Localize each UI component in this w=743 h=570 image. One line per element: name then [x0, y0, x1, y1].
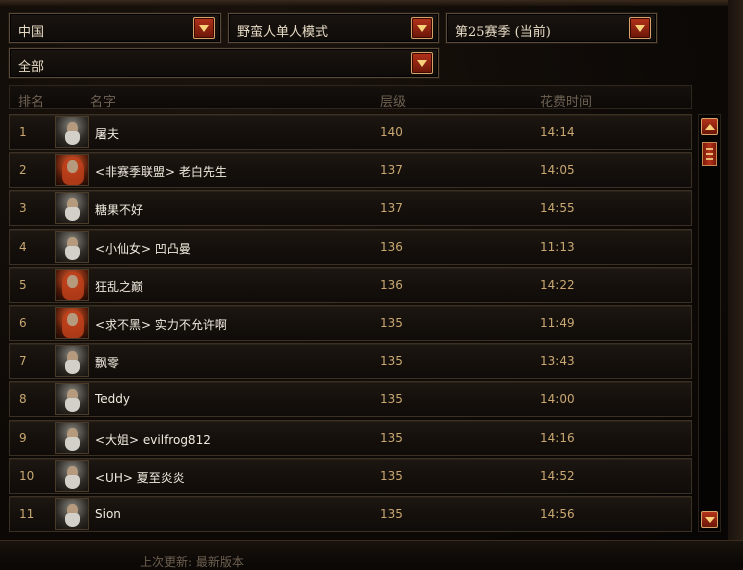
male-barbarian-portrait [55, 497, 89, 530]
chevron-down-icon[interactable] [411, 52, 433, 74]
player-name-cell: Teddy [95, 392, 131, 407]
rank-cell: 4 [19, 239, 27, 254]
male-barbarian-portrait [55, 421, 89, 454]
player-name-cell: Sion [95, 506, 121, 521]
category-dropdown-value: 全部 [18, 60, 45, 75]
rank-cell: 7 [19, 354, 27, 369]
table-row[interactable]: 5 狂乱之巅 136 14:22 [9, 266, 692, 303]
season-dropdown[interactable]: 第25赛季 (当前) [446, 13, 657, 43]
rank-cell: 9 [19, 430, 27, 445]
column-header-name: 名字 [90, 95, 117, 110]
female-barbarian-portrait [55, 306, 89, 339]
rank-cell: 8 [19, 392, 27, 407]
scrollbar-thumb[interactable] [702, 142, 717, 166]
male-barbarian-portrait [55, 459, 89, 492]
male-barbarian-portrait [55, 345, 89, 378]
table-row[interactable]: 1 屠夫 140 14:14 [9, 114, 692, 150]
time-cell: 11:49 [540, 315, 575, 330]
region-dropdown-value: 中国 [18, 25, 45, 40]
rank-cell: 3 [19, 201, 27, 216]
table-row[interactable]: 10 <UH> 夏至炎炎 135 14:52 [9, 457, 692, 494]
time-cell: 14:55 [540, 201, 575, 216]
table-row[interactable]: 4 <小仙女> 凹凸曼 136 11:13 [9, 228, 692, 265]
player-name-cell: <小仙女> 凹凸曼 [95, 241, 191, 256]
tier-cell: 137 [380, 163, 403, 178]
tier-cell: 135 [380, 430, 403, 445]
table-row[interactable]: 6 <求不黑> 实力不允许啊 135 11:49 [9, 304, 692, 341]
rank-cell: 10 [19, 468, 35, 483]
time-cell: 13:43 [540, 354, 575, 369]
rank-cell: 5 [19, 277, 27, 292]
region-dropdown[interactable]: 中国 [9, 13, 221, 43]
tier-cell: 140 [380, 125, 403, 139]
tier-cell: 137 [380, 201, 403, 216]
mode-dropdown-value: 野蛮人单人模式 [237, 25, 329, 40]
player-name-cell: 狂乱之巅 [95, 279, 144, 294]
tier-cell: 136 [380, 277, 403, 292]
table-row[interactable]: 11 Sion 135 14:56 [9, 495, 692, 532]
time-cell: 14:16 [540, 430, 575, 445]
female-barbarian-portrait [55, 154, 89, 187]
male-barbarian-portrait [55, 383, 89, 416]
chevron-down-icon[interactable] [629, 17, 651, 39]
right-border [728, 0, 743, 540]
player-name-cell: 屠夫 [95, 127, 120, 141]
chevron-down-icon[interactable] [411, 17, 433, 39]
tier-cell: 135 [380, 315, 403, 330]
chevron-down-icon[interactable] [193, 17, 215, 39]
footer-bar: 上次更新: 最新版本 [0, 540, 743, 569]
time-cell: 11:13 [540, 239, 575, 254]
table-row[interactable]: 7 飘零 135 13:43 [9, 343, 692, 380]
scroll-down-icon[interactable] [701, 511, 718, 528]
table-row[interactable]: 8 Teddy 135 14:00 [9, 381, 692, 418]
table-row[interactable]: 9 <大姐> evilfrog812 135 14:16 [9, 419, 692, 456]
top-border [0, 0, 743, 6]
table-row[interactable]: 3 糖果不好 137 14:55 [9, 190, 692, 227]
player-name-cell: <大姐> evilfrog812 [95, 432, 211, 447]
time-cell: 14:05 [540, 163, 575, 178]
male-barbarian-portrait [55, 116, 89, 148]
player-name-cell: 飘零 [95, 356, 120, 371]
player-name-cell: <求不黑> 实力不允许啊 [95, 317, 227, 332]
leaderboard-list: 1 屠夫 140 14:14 2 <非赛季联盟> 老白先生 137 14:05 … [9, 114, 692, 534]
table-header: 排名 名字 层级 花费时间 [9, 85, 692, 110]
scrollbar[interactable] [698, 114, 721, 532]
time-cell: 14:52 [540, 468, 575, 483]
rank-cell: 2 [19, 163, 27, 178]
rank-cell: 1 [19, 125, 27, 139]
player-name-cell: <非赛季联盟> 老白先生 [95, 165, 227, 180]
mode-dropdown[interactable]: 野蛮人单人模式 [228, 13, 439, 43]
scroll-up-icon[interactable] [701, 118, 718, 135]
tier-cell: 135 [380, 354, 403, 369]
column-header-time: 花费时间 [540, 95, 593, 110]
category-dropdown[interactable]: 全部 [9, 48, 439, 78]
column-header-tier: 层级 [380, 95, 407, 110]
tier-cell: 135 [380, 468, 403, 483]
rank-cell: 6 [19, 315, 27, 330]
time-cell: 14:00 [540, 392, 575, 407]
player-name-cell: 糖果不好 [95, 203, 144, 218]
last-update-text: 上次更新: 最新版本 [140, 555, 244, 569]
male-barbarian-portrait [55, 230, 89, 263]
column-header-rank: 排名 [18, 95, 45, 110]
female-barbarian-portrait [55, 268, 89, 301]
tier-cell: 136 [380, 239, 403, 254]
player-name-cell: <UH> 夏至炎炎 [95, 470, 185, 485]
time-cell: 14:56 [540, 506, 575, 521]
tier-cell: 135 [380, 392, 403, 407]
time-cell: 14:14 [540, 125, 575, 139]
rank-cell: 11 [19, 506, 35, 521]
time-cell: 14:22 [540, 277, 575, 292]
male-barbarian-portrait [55, 192, 89, 225]
tier-cell: 135 [380, 506, 403, 521]
season-dropdown-value: 第25赛季 (当前) [455, 25, 551, 40]
table-row[interactable]: 2 <非赛季联盟> 老白先生 137 14:05 [9, 152, 692, 189]
